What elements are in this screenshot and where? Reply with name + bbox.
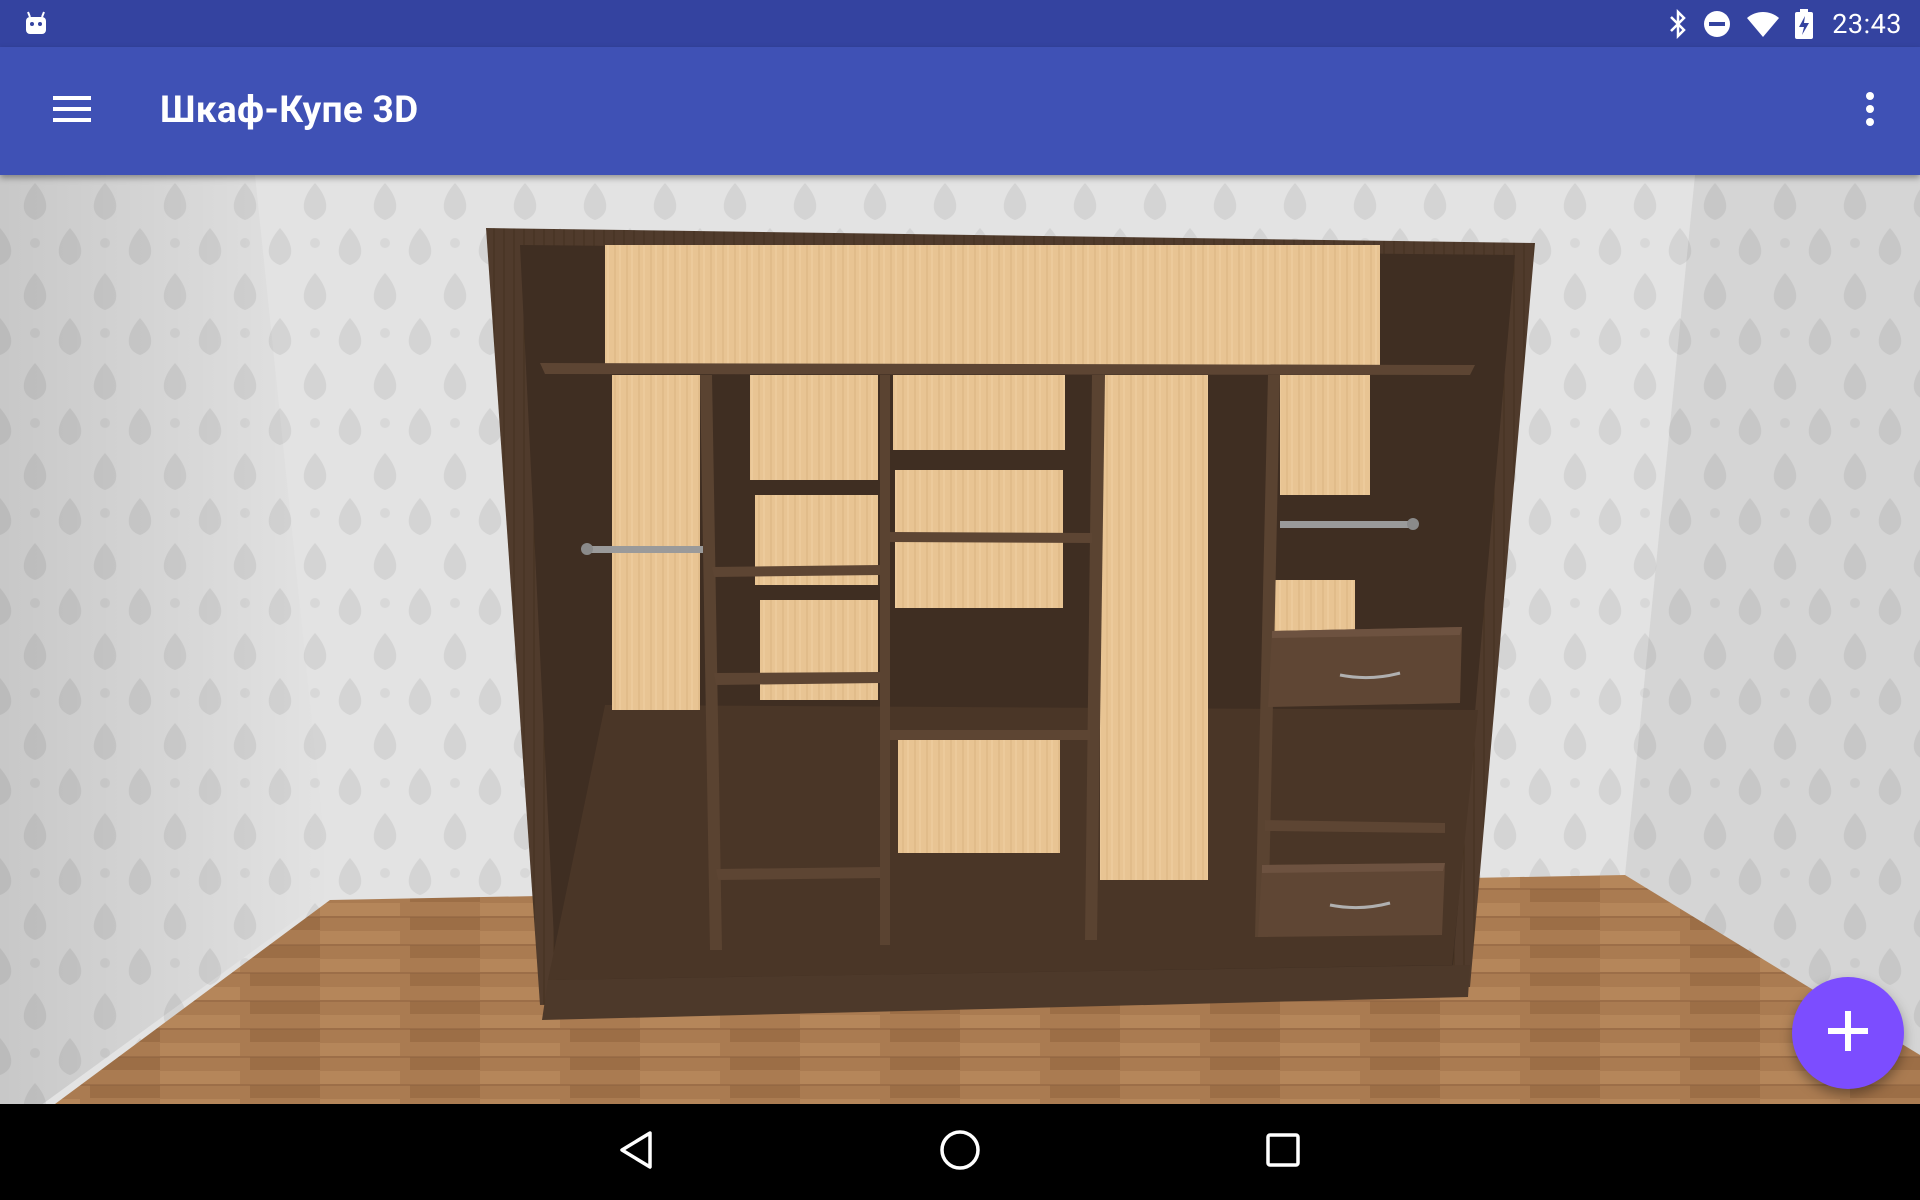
menu-button[interactable] (34, 75, 110, 147)
status-icons: 23:43 (1668, 0, 1902, 47)
app-title: Шкаф-Купе 3D (160, 89, 419, 132)
drawer (1268, 627, 1462, 707)
home-icon (939, 1129, 981, 1175)
back-button[interactable] (606, 1122, 666, 1182)
plus-icon (1828, 1011, 1868, 1055)
bluetooth-icon (1668, 8, 1688, 39)
wifi-icon (1746, 10, 1780, 38)
hamburger-menu-icon (53, 95, 91, 127)
back-icon (618, 1130, 654, 1174)
home-button[interactable] (930, 1122, 990, 1182)
back-panel-top (605, 245, 1380, 365)
hanging-rod (585, 546, 703, 553)
drawer (1258, 863, 1445, 937)
app-bar: Шкаф-Купе 3D (0, 47, 1920, 175)
partition (880, 375, 890, 945)
navigation-bar (0, 1104, 1920, 1200)
more-vert-icon (1865, 92, 1875, 130)
android-debug-icon (24, 10, 48, 36)
do-not-disturb-icon (1702, 9, 1732, 39)
shelf (540, 363, 1475, 375)
status-time: 23:43 (1832, 7, 1902, 40)
hanging-rod (1280, 521, 1415, 528)
overflow-menu-button[interactable] (1840, 75, 1900, 147)
add-fab-button[interactable] (1792, 977, 1904, 1089)
battery-charging-icon (1794, 8, 1814, 40)
recents-button[interactable] (1253, 1122, 1313, 1182)
recents-icon (1265, 1132, 1301, 1172)
wardrobe-3d-viewport[interactable] (0, 175, 1920, 1104)
status-bar: 23:43 (0, 0, 1920, 47)
